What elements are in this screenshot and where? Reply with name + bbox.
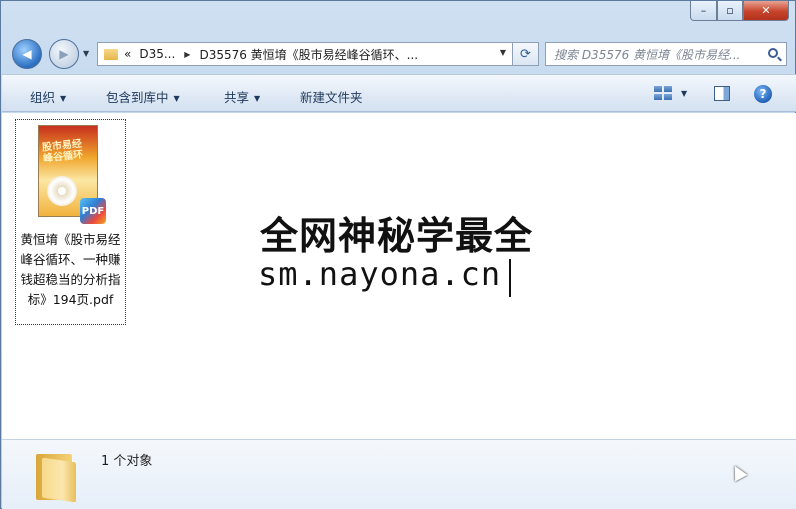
item-count: 1 个对象 xyxy=(101,454,153,469)
chevron-down-icon: ▼ xyxy=(254,94,261,103)
refresh-icon: ⟳ xyxy=(520,46,531,62)
forward-arrow-icon: ▶ xyxy=(59,47,69,61)
include-in-library-button[interactable]: 包含到库中 ▼ xyxy=(106,87,180,106)
refresh-button[interactable]: ⟳ xyxy=(513,42,539,66)
back-arrow-icon: ◀ xyxy=(22,47,32,61)
share-button[interactable]: 共享 ▼ xyxy=(224,87,260,106)
recent-pages-dropdown-icon[interactable]: ▼ xyxy=(83,49,89,58)
file-name[interactable]: 黄恒堉《股市易经峰谷循环、一种赚钱超稳当的分析指标》194页.pdf xyxy=(18,230,123,310)
back-button[interactable]: ◀ xyxy=(12,39,42,69)
file-item[interactable]: 股市易经 峰谷循环 PDF 黄恒堉《股市易经峰谷循环、一种赚钱超稳当的分析指标》… xyxy=(15,119,126,325)
preview-pane-icon[interactable] xyxy=(714,86,730,101)
explorer-window: – ▫ ✕ ◀ ▶ ▼ « D35... ▶ D35576 黄恒堉《股市易经峰谷… xyxy=(0,0,796,509)
help-icon[interactable]: ? xyxy=(754,85,772,103)
search-input[interactable]: 搜索 D35576 黄恒堉《股市易经... xyxy=(545,42,787,66)
command-bar: 组织 ▼ 包含到库中 ▼ 共享 ▼ 新建文件夹 ▼ ? xyxy=(2,74,796,112)
folder-icon xyxy=(104,48,118,60)
forward-button[interactable]: ▶ xyxy=(49,39,79,69)
mouse-pointer-icon xyxy=(728,462,748,482)
maximize-button[interactable]: ▫ xyxy=(717,1,743,21)
search-icon[interactable] xyxy=(768,48,778,58)
breadcrumb-overflow[interactable]: « xyxy=(124,47,131,61)
change-view-icon[interactable] xyxy=(654,86,672,100)
organize-button[interactable]: 组织 ▼ xyxy=(30,87,66,106)
minimize-button[interactable]: – xyxy=(690,1,717,21)
new-folder-button[interactable]: 新建文件夹 xyxy=(300,87,363,106)
watermark-line-2: sm.nayona.cn xyxy=(258,255,502,293)
thumbnail-title: 股市易经 峰谷循环 xyxy=(41,138,84,165)
text-cursor xyxy=(509,259,511,297)
search-placeholder: 搜索 D35576 黄恒堉《股市易经... xyxy=(554,47,741,62)
disc-graphic xyxy=(47,176,77,206)
title-bar[interactable]: – ▫ ✕ xyxy=(1,1,795,37)
address-bar[interactable]: « D35... ▶ D35576 黄恒堉《股市易经峰谷循环、... ▼ xyxy=(97,42,513,66)
file-list-area[interactable]: 股市易经 峰谷循环 PDF 黄恒堉《股市易经峰谷循环、一种赚钱超稳当的分析指标》… xyxy=(2,113,796,439)
watermark-line-1: 全网神秘学最全 xyxy=(260,214,534,258)
breadcrumb-chevron-icon[interactable]: ▶ xyxy=(184,50,190,59)
address-dropdown-icon[interactable]: ▼ xyxy=(500,48,506,57)
details-pane: 1 个对象 xyxy=(2,439,796,509)
breadcrumb-item-current[interactable]: D35576 黄恒堉《股市易经峰谷循环、... xyxy=(199,46,418,63)
chevron-down-icon: ▼ xyxy=(173,94,180,103)
window-controls: – ▫ ✕ xyxy=(690,1,789,21)
view-options-dropdown-icon[interactable]: ▼ xyxy=(681,89,687,98)
breadcrumb-item[interactable]: D35... xyxy=(139,47,175,61)
pdf-icon: PDF xyxy=(80,198,106,224)
watermark-overlay: 全网神秘学最全 sm.nayona.cn xyxy=(252,199,550,305)
folder-icon xyxy=(36,450,78,503)
close-button[interactable]: ✕ xyxy=(743,1,789,21)
chevron-down-icon: ▼ xyxy=(60,94,67,103)
